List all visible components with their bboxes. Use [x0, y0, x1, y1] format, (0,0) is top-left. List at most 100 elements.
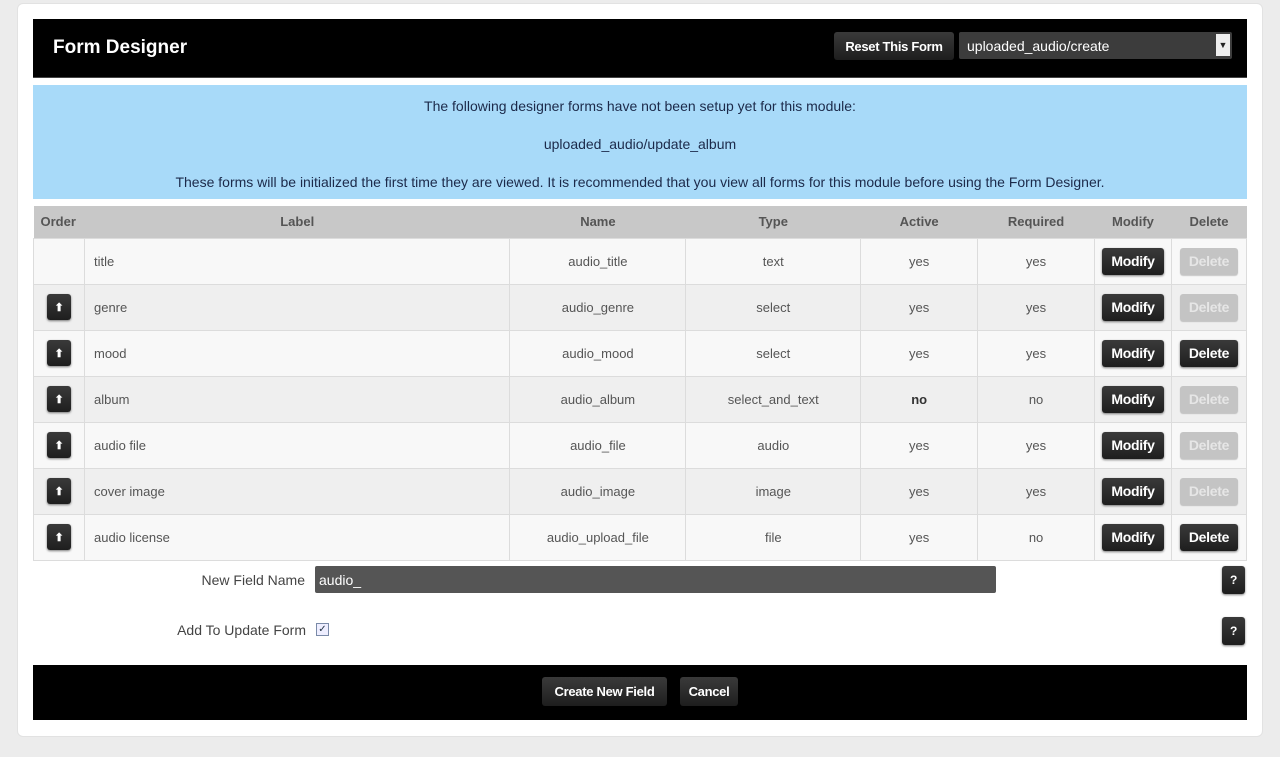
- fields-table: Order Label Name Type Active Required Modify De…: [33, 206, 1248, 561]
- move-up-button[interactable]: ⬆: [46, 524, 71, 550]
- active-cell: yes: [860, 421, 979, 469]
- name-cell: audio_genre: [509, 283, 687, 331]
- info-banner: The following designer forms have not be…: [33, 85, 1247, 199]
- delete-button[interactable]: Delete: [1179, 523, 1238, 551]
- modify-button[interactable]: Modify: [1101, 339, 1164, 367]
- table-row: ⬆ audio file audio_file audio yes yes Modify De…: [33, 421, 1248, 469]
- arrow-up-icon: ⬆: [54, 439, 64, 452]
- label-cell: mood: [83, 329, 511, 377]
- add-update-help-button[interactable]: ?: [1222, 617, 1245, 645]
- info-line-1: The following designer forms have not be…: [424, 98, 856, 114]
- active-cell: yes: [860, 467, 979, 515]
- form-select-value: uploaded_audio/create: [967, 38, 1110, 54]
- modify-cell: Modify: [1094, 513, 1172, 561]
- order-cell: ⬆: [33, 467, 85, 515]
- order-cell: ⬆: [33, 329, 85, 377]
- modify-cell: Modify: [1094, 421, 1172, 469]
- type-cell: select: [685, 329, 862, 377]
- type-cell: select_and_text: [685, 375, 862, 423]
- type-cell: file: [685, 513, 862, 561]
- column-header-delete: Delete: [1171, 206, 1247, 238]
- label-cell: audio license: [83, 513, 511, 561]
- move-up-button[interactable]: ⬆: [46, 432, 71, 458]
- arrow-up-icon: ⬆: [54, 347, 64, 360]
- table-row: title audio_title text yes yes Modify Delete: [33, 237, 1248, 285]
- label-cell: album: [83, 375, 511, 423]
- arrow-up-icon: ⬆: [54, 531, 64, 544]
- modify-button[interactable]: Modify: [1101, 523, 1164, 551]
- name-cell: audio_album: [509, 375, 687, 423]
- delete-cell: Delete: [1170, 375, 1248, 423]
- table-row: ⬆ mood audio_mood select yes yes Modify Delete: [33, 329, 1248, 377]
- new-field-name-input[interactable]: [315, 566, 996, 593]
- modify-button[interactable]: Modify: [1101, 247, 1164, 275]
- delete-button[interactable]: Delete: [1179, 339, 1238, 367]
- name-cell: audio_title: [509, 237, 687, 285]
- label-cell: cover image: [83, 467, 511, 515]
- arrow-up-icon: ⬆: [54, 485, 64, 498]
- chevron-down-icon: ▼: [1216, 34, 1230, 56]
- info-line-2: uploaded_audio/update_album: [543, 136, 737, 152]
- reset-form-button[interactable]: Reset This Form: [834, 32, 954, 60]
- modify-button[interactable]: Modify: [1101, 293, 1164, 321]
- required-cell: yes: [977, 467, 1095, 515]
- order-cell: ⬆: [33, 375, 85, 423]
- cancel-button[interactable]: Cancel: [680, 677, 738, 706]
- active-cell: no: [860, 375, 979, 423]
- form-select[interactable]: uploaded_audio/create ▼: [959, 32, 1232, 59]
- modify-cell: Modify: [1094, 467, 1172, 515]
- label-cell: title: [83, 237, 511, 285]
- modify-button[interactable]: Modify: [1101, 431, 1164, 459]
- delete-cell: Delete: [1170, 467, 1248, 515]
- required-cell: yes: [977, 421, 1095, 469]
- delete-cell: Delete: [1170, 421, 1248, 469]
- move-up-button[interactable]: ⬆: [46, 294, 71, 320]
- column-header-label: Label: [84, 206, 510, 238]
- delete-button[interactable]: Delete: [1179, 247, 1238, 275]
- required-cell: no: [977, 513, 1095, 561]
- delete-button[interactable]: Delete: [1179, 477, 1238, 505]
- page-title: Form Designer: [53, 37, 188, 58]
- delete-cell: Delete: [1170, 237, 1248, 285]
- column-header-order: Order: [33, 206, 85, 238]
- label-cell: audio file: [83, 421, 511, 469]
- column-header-modify: Modify: [1094, 206, 1172, 238]
- table-row: ⬆ genre audio_genre select yes yes Modify Delet…: [33, 283, 1248, 331]
- new-field-help-button[interactable]: ?: [1222, 566, 1245, 594]
- required-cell: no: [977, 375, 1095, 423]
- delete-button[interactable]: Delete: [1179, 385, 1238, 413]
- modify-button[interactable]: Modify: [1101, 385, 1164, 413]
- add-to-update-form-checkbox[interactable]: ✓: [316, 623, 329, 636]
- move-up-button[interactable]: ⬆: [46, 386, 71, 412]
- name-cell: audio_file: [509, 421, 687, 469]
- delete-cell: Delete: [1170, 283, 1248, 331]
- active-cell: yes: [860, 329, 979, 377]
- type-cell: audio: [685, 421, 862, 469]
- table-row: ⬆ album audio_album select_and_text no no Modi…: [33, 375, 1248, 423]
- move-up-button[interactable]: ⬆: [46, 340, 71, 366]
- order-cell: ⬆: [33, 283, 85, 331]
- type-cell: text: [685, 237, 862, 285]
- arrow-up-icon: ⬆: [54, 301, 64, 314]
- table-row: ⬆ cover image audio_image image yes yes Modify…: [33, 467, 1248, 515]
- footer-bar: Create New Field Cancel: [33, 665, 1247, 720]
- modify-button[interactable]: Modify: [1101, 477, 1164, 505]
- delete-cell: Delete: [1170, 329, 1248, 377]
- required-cell: yes: [977, 329, 1095, 377]
- delete-cell: Delete: [1170, 513, 1248, 561]
- info-line-3: These forms will be initialized the firs…: [175, 174, 1105, 190]
- order-cell: ⬆: [33, 513, 85, 561]
- column-header-name: Name: [509, 206, 686, 238]
- name-cell: audio_image: [509, 467, 687, 515]
- modify-cell: Modify: [1094, 375, 1172, 423]
- delete-button[interactable]: Delete: [1179, 431, 1238, 459]
- add-to-update-form-label: Add To Update Form: [177, 622, 306, 638]
- header-bar: Form Designer Reset This Form uploaded_a…: [33, 19, 1247, 78]
- move-up-button[interactable]: ⬆: [46, 478, 71, 504]
- new-field-name-label: New Field Name: [201, 572, 305, 588]
- delete-button[interactable]: Delete: [1179, 293, 1238, 321]
- order-cell: ⬆: [33, 421, 85, 469]
- modify-cell: Modify: [1094, 237, 1172, 285]
- active-cell: yes: [860, 237, 979, 285]
- create-new-field-button[interactable]: Create New Field: [542, 677, 667, 706]
